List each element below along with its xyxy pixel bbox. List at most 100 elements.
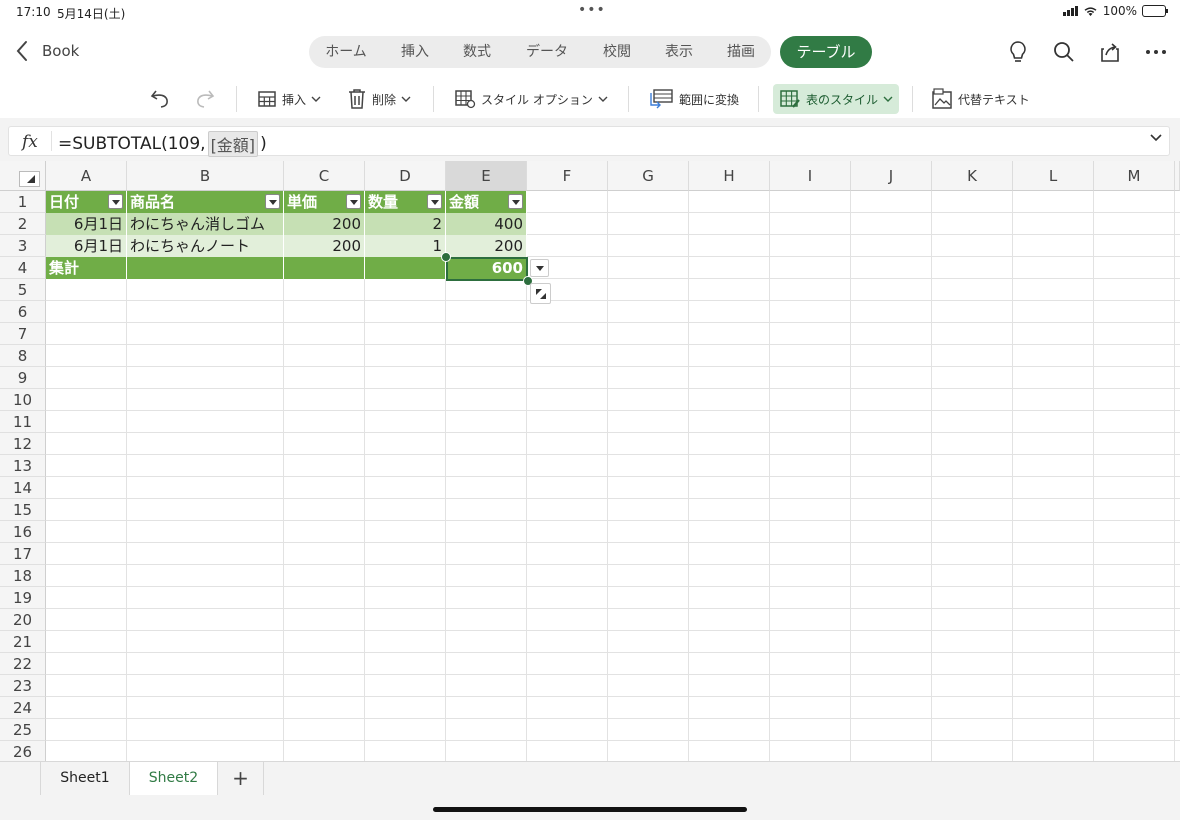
expand-formula-chevron-icon[interactable] <box>1149 133 1163 143</box>
formula-bar[interactable]: fx =SUBTOTAL(109, [金額] ) <box>8 126 1170 157</box>
sheet-tab-sheet2[interactable]: Sheet2 <box>130 762 218 795</box>
table-header-cell[interactable]: 単価 <box>284 191 365 213</box>
row-header-13[interactable]: 13 <box>0 455 46 477</box>
table-data-cell[interactable]: 2 <box>365 213 446 235</box>
style-options-button[interactable]: スタイル オプション <box>454 84 608 114</box>
total-empty-cell[interactable] <box>127 257 284 279</box>
row-header-16[interactable]: 16 <box>0 521 46 543</box>
alt-text-button[interactable]: 代替テキスト <box>931 84 1030 114</box>
table-header-cell[interactable]: 日付 <box>46 191 127 213</box>
fx-icon[interactable]: fx <box>22 132 38 152</box>
column-header-j[interactable]: J <box>851 161 932 191</box>
more-options-icon[interactable] <box>1144 40 1168 64</box>
tab-draw[interactable]: 描画 <box>711 36 771 68</box>
filter-dropdown-icon[interactable] <box>346 194 361 209</box>
column-header-d[interactable]: D <box>365 161 446 191</box>
row-gridline <box>46 696 1180 697</box>
back-label: Book <box>42 42 80 60</box>
row-header-15[interactable]: 15 <box>0 499 46 521</box>
convert-to-range-button[interactable]: 範囲に変換 <box>648 84 739 114</box>
row-header-14[interactable]: 14 <box>0 477 46 499</box>
row-header-8[interactable]: 8 <box>0 345 46 367</box>
row-header-24[interactable]: 24 <box>0 697 46 719</box>
lightbulb-icon[interactable] <box>1006 40 1030 64</box>
row-header-4[interactable]: 4 <box>0 257 46 279</box>
redo-button[interactable] <box>194 84 216 114</box>
table-data-cell[interactable]: 400 <box>446 213 527 235</box>
total-label-cell[interactable]: 集計 <box>46 257 127 279</box>
filter-dropdown-icon[interactable] <box>508 194 523 209</box>
row-header-3[interactable]: 3 <box>0 235 46 257</box>
table-header-cell[interactable]: 金額 <box>446 191 527 213</box>
table-data-cell[interactable]: わにちゃん消しゴム <box>127 213 284 235</box>
tab-home[interactable]: ホーム <box>313 36 379 68</box>
column-header-k[interactable]: K <box>932 161 1013 191</box>
resize-table-button[interactable] <box>530 283 551 304</box>
tab-view[interactable]: 表示 <box>649 36 709 68</box>
table-data-cell[interactable]: 200 <box>284 235 365 257</box>
spreadsheet-grid[interactable]: ABCDEFGHIJKLM 1 2 3 4 5 6 7 8 9 10 11 12 13 14 15 16 17 1… <box>0 161 1180 761</box>
total-function-dropdown[interactable] <box>530 259 549 277</box>
row-header-19[interactable]: 19 <box>0 587 46 609</box>
tab-review[interactable]: 校閲 <box>587 36 647 68</box>
table-data-cell[interactable]: 1 <box>365 235 446 257</box>
row-header-9[interactable]: 9 <box>0 367 46 389</box>
row-header-12[interactable]: 12 <box>0 433 46 455</box>
share-icon[interactable] <box>1098 40 1122 64</box>
column-header-c[interactable]: C <box>284 161 365 191</box>
row-header-6[interactable]: 6 <box>0 301 46 323</box>
add-sheet-button[interactable]: + <box>218 762 264 795</box>
column-header-h[interactable]: H <box>689 161 770 191</box>
insert-table-button[interactable]: 挿入 <box>257 84 321 114</box>
column-header-m[interactable]: M <box>1094 161 1175 191</box>
table-data-cell[interactable]: 6月1日 <box>46 213 127 235</box>
selection-handle-top[interactable] <box>441 252 451 262</box>
table-header-cell[interactable]: 数量 <box>365 191 446 213</box>
table-data-cell[interactable]: 6月1日 <box>46 235 127 257</box>
table-data-cell[interactable]: 200 <box>446 235 527 257</box>
row-header-2[interactable]: 2 <box>0 213 46 235</box>
table-data-cell[interactable]: 200 <box>284 213 365 235</box>
select-all-corner[interactable] <box>0 161 46 191</box>
row-header-21[interactable]: 21 <box>0 631 46 653</box>
undo-button[interactable] <box>149 84 171 114</box>
filter-dropdown-icon[interactable] <box>427 194 442 209</box>
tab-formulas[interactable]: 数式 <box>447 36 507 68</box>
row-header-17[interactable]: 17 <box>0 543 46 565</box>
insert-label: 挿入 <box>282 92 307 107</box>
row-header-5[interactable]: 5 <box>0 279 46 301</box>
delete-button[interactable]: 削除 <box>347 84 411 114</box>
row-header-10[interactable]: 10 <box>0 389 46 411</box>
filter-dropdown-icon[interactable] <box>108 194 123 209</box>
filter-dropdown-icon[interactable] <box>265 194 280 209</box>
column-header-e[interactable]: E <box>446 161 527 191</box>
tab-data[interactable]: データ <box>515 36 579 68</box>
column-header-i[interactable]: I <box>770 161 851 191</box>
tab-table[interactable]: テーブル <box>780 36 872 68</box>
total-empty-cell[interactable] <box>365 257 446 279</box>
column-header-b[interactable]: B <box>127 161 284 191</box>
row-header-1[interactable]: 1 <box>0 191 46 213</box>
search-icon[interactable] <box>1052 40 1076 64</box>
table-styles-button[interactable]: 表のスタイル <box>773 84 900 114</box>
row-header-25[interactable]: 25 <box>0 719 46 741</box>
row-header-26[interactable]: 26 <box>0 741 46 761</box>
column-header-g[interactable]: G <box>608 161 689 191</box>
back-button[interactable]: Book <box>16 40 79 62</box>
total-empty-cell[interactable] <box>284 257 365 279</box>
row-header-22[interactable]: 22 <box>0 653 46 675</box>
multitask-dots-icon[interactable]: ••• <box>578 2 606 18</box>
column-header-l[interactable]: L <box>1013 161 1094 191</box>
tab-insert[interactable]: 挿入 <box>385 36 445 68</box>
row-header-23[interactable]: 23 <box>0 675 46 697</box>
row-header-11[interactable]: 11 <box>0 411 46 433</box>
table-header-cell[interactable]: 商品名 <box>127 191 284 213</box>
row-header-20[interactable]: 20 <box>0 609 46 631</box>
row-header-7[interactable]: 7 <box>0 323 46 345</box>
formula-input[interactable]: =SUBTOTAL(109, [金額] ) <box>58 131 267 157</box>
table-data-cell[interactable]: わにちゃんノート <box>127 235 284 257</box>
row-header-18[interactable]: 18 <box>0 565 46 587</box>
sheet-tab-sheet1[interactable]: Sheet1 <box>40 762 130 795</box>
column-header-a[interactable]: A <box>46 161 127 191</box>
column-header-f[interactable]: F <box>527 161 608 191</box>
